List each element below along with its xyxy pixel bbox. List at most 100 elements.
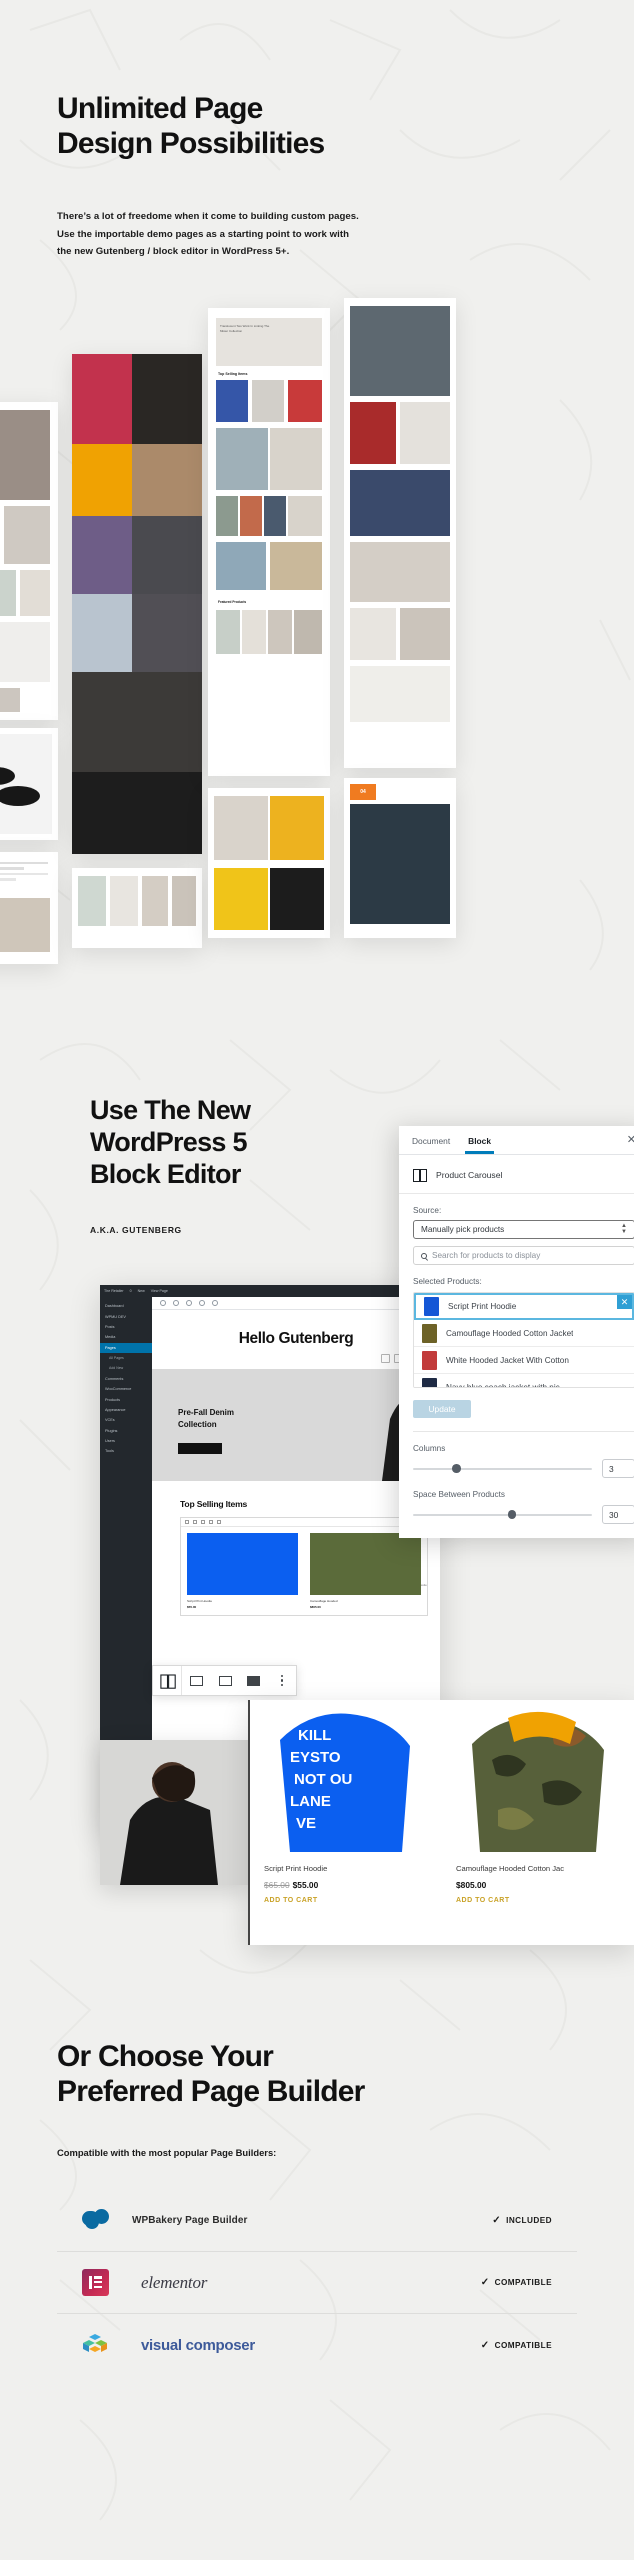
product-carousel-preview[interactable]: KILL EYSTO NOT OU LANE VE Script Print H…: [248, 1700, 634, 1945]
page-root: Unlimited Page Design Possibilities Ther…: [0, 0, 634, 2560]
section2-kicker: A.K.A. GUTENBERG: [90, 1225, 182, 1235]
sidebar-item-plugins[interactable]: Plugins: [100, 1426, 152, 1436]
sidebar-item-media[interactable]: Media: [100, 1332, 152, 1342]
columns-control[interactable]: 3: [413, 1459, 634, 1478]
wp-admin-bar-item[interactable]: View Page: [151, 1289, 168, 1293]
align-left-button[interactable]: [182, 1666, 210, 1695]
elementor-logo: [57, 2269, 132, 2296]
collage-card-right-partial[interactable]: [344, 298, 456, 768]
wp-admin-bar-item[interactable]: 0: [130, 1289, 132, 1293]
selected-product-row[interactable]: Camouflage Hooded Cotton Jacket: [414, 1320, 634, 1347]
undo-icon[interactable]: [173, 1300, 179, 1306]
move-up-icon[interactable]: [201, 1520, 205, 1524]
block-settings-panel[interactable]: Document Block ✕ Product Carousel Source…: [399, 1126, 634, 1538]
product-carousel-block[interactable]: Script Print Hoodie $55.00 Camouflage Ho…: [180, 1517, 428, 1616]
tab-block[interactable]: Block: [465, 1128, 494, 1154]
align-left-icon[interactable]: [381, 1354, 390, 1363]
product-thumbnail: [422, 1323, 437, 1343]
sidebar-item-pages[interactable]: Pages: [100, 1342, 152, 1353]
align-center-button[interactable]: [211, 1666, 239, 1695]
sidebar-item-tools[interactable]: Tools: [100, 1446, 152, 1456]
product-search-input[interactable]: Search for products to display: [413, 1246, 634, 1265]
add-to-cart-button[interactable]: ADD TO CART: [456, 1897, 634, 1904]
sidebar-item-appearance[interactable]: Appearance: [100, 1405, 152, 1415]
collage-card-left-partial[interactable]: [0, 402, 58, 720]
move-down-icon[interactable]: [209, 1520, 213, 1524]
search-icon: [421, 1252, 427, 1259]
more-options-icon[interactable]: [217, 1520, 221, 1524]
align-full-button[interactable]: [239, 1666, 267, 1695]
carousel-product-item[interactable]: Script Print Hoodie $55.00: [181, 1527, 304, 1615]
carousel-product-item[interactable]: Camouflage Hooded $805.00: [304, 1527, 427, 1615]
block-type-button[interactable]: [153, 1666, 181, 1695]
block-navigation-icon[interactable]: [212, 1300, 218, 1306]
hero-block[interactable]: Pre-Fall Denim Collection: [152, 1369, 440, 1481]
selected-product-row[interactable]: Navy blue coach jacket with nic: [414, 1374, 634, 1387]
preview-old-price: $65.00: [264, 1880, 290, 1890]
space-slider[interactable]: [413, 1510, 592, 1519]
collage-card-yellow-sweater[interactable]: [208, 788, 330, 938]
section2-heading-line1: Use The New: [90, 1095, 251, 1125]
preview-product-info: Script Print Hoodie $65.00 $55.00 ADD TO …: [250, 1852, 442, 1904]
drag-handle-icon[interactable]: [193, 1520, 197, 1524]
product-name: Camouflage Hooded: [310, 1599, 338, 1603]
sidebar-item-users[interactable]: Users: [100, 1436, 152, 1446]
builder-row-visual-composer[interactable]: visual composer ✓ COMPATIBLE: [57, 2314, 577, 2376]
sidebar-item-posts[interactable]: Posts: [100, 1322, 152, 1332]
sidebar-item-add-new[interactable]: Add New: [100, 1363, 152, 1373]
collage-card-shoes[interactable]: [0, 728, 58, 840]
selected-products-list[interactable]: Script Print Hoodie ✕ Camouflage Hooded …: [413, 1292, 634, 1388]
sidebar-item-wpmudev[interactable]: WPMU DEV: [100, 1311, 152, 1321]
collage-card-fashion-grid[interactable]: [72, 354, 202, 854]
editor-post-title[interactable]: Hello Gutenberg: [152, 1330, 440, 1348]
sidebar-item-all-pages[interactable]: All Pages: [100, 1353, 152, 1363]
selected-products-label: Selected Products:: [413, 1277, 482, 1286]
collage-card-orange-badge[interactable]: 04: [344, 778, 456, 938]
collage-card-clothing-row[interactable]: [72, 868, 202, 948]
sidebar-item-woocommerce[interactable]: WooCommerce: [100, 1384, 152, 1394]
tab-document[interactable]: Document: [412, 1128, 450, 1153]
panel-tabs[interactable]: Document Block ✕: [399, 1126, 634, 1155]
wp-admin-bar-item[interactable]: New: [138, 1289, 145, 1293]
hero-cta-button[interactable]: [178, 1443, 222, 1454]
carousel-products: Script Print Hoodie $55.00 Camouflage Ho…: [181, 1527, 427, 1615]
align-left-icon: [190, 1675, 204, 1686]
block-alignment-controls[interactable]: [152, 1354, 440, 1363]
editor-toolbar[interactable]: [152, 1297, 440, 1310]
collage-card-text-left[interactable]: [0, 852, 58, 964]
space-value[interactable]: 30: [602, 1505, 634, 1524]
wp-admin-bar-item[interactable]: The Retailer: [104, 1289, 124, 1293]
builder-row-wpbakery[interactable]: WPBakery Page Builder ✓ INCLUDED: [57, 2190, 577, 2252]
source-select[interactable]: Manually pick products ▲ ▼: [413, 1220, 634, 1239]
columns-value[interactable]: 3: [602, 1459, 634, 1478]
sidebar-item-vces[interactable]: VCEs: [100, 1415, 152, 1425]
redo-icon[interactable]: [186, 1300, 192, 1306]
sidebar-item-products[interactable]: Products: [100, 1394, 152, 1404]
columns-slider[interactable]: [413, 1464, 592, 1473]
add-block-icon[interactable]: [160, 1300, 166, 1306]
block-inline-toolbar[interactable]: [181, 1518, 427, 1527]
close-icon[interactable]: ✕: [627, 1134, 634, 1146]
selected-product-row[interactable]: Script Print Hoodie ✕: [414, 1293, 634, 1320]
more-options-button[interactable]: [268, 1666, 296, 1695]
carousel-block-icon[interactable]: [185, 1520, 189, 1524]
collage-card-main-demo[interactable]: Translucent Two Work In Linking The Mist…: [208, 308, 330, 776]
svg-text:EYSTO: EYSTO: [290, 1749, 341, 1766]
builder-status: ✓ INCLUDED: [492, 2215, 577, 2226]
add-to-cart-button[interactable]: ADD TO CART: [264, 1897, 442, 1904]
section3-subtitle: Compatible with the most popular Page Bu…: [57, 2147, 277, 2158]
update-button[interactable]: Update: [413, 1400, 471, 1418]
builder-row-elementor[interactable]: elementor ✓ COMPATIBLE: [57, 2252, 577, 2314]
selected-product-row[interactable]: White Hooded Jacket With Cotton: [414, 1347, 634, 1374]
product-search-placeholder: Search for products to display: [432, 1251, 541, 1260]
sidebar-item-dashboard[interactable]: Dashboard: [100, 1301, 152, 1311]
section3-heading-line1: Or Choose Your: [57, 2040, 274, 2073]
space-control[interactable]: 30: [413, 1505, 634, 1524]
preview-new-price: $55.00: [292, 1880, 319, 1890]
floating-block-toolbar[interactable]: [152, 1665, 297, 1696]
remove-product-icon[interactable]: ✕: [617, 1295, 632, 1309]
sidebar-item-comments[interactable]: Comments: [100, 1374, 152, 1384]
preview-product-price: $805.00: [456, 1880, 634, 1890]
info-icon[interactable]: [199, 1300, 205, 1306]
space-label: Space Between Products: [413, 1490, 505, 1499]
